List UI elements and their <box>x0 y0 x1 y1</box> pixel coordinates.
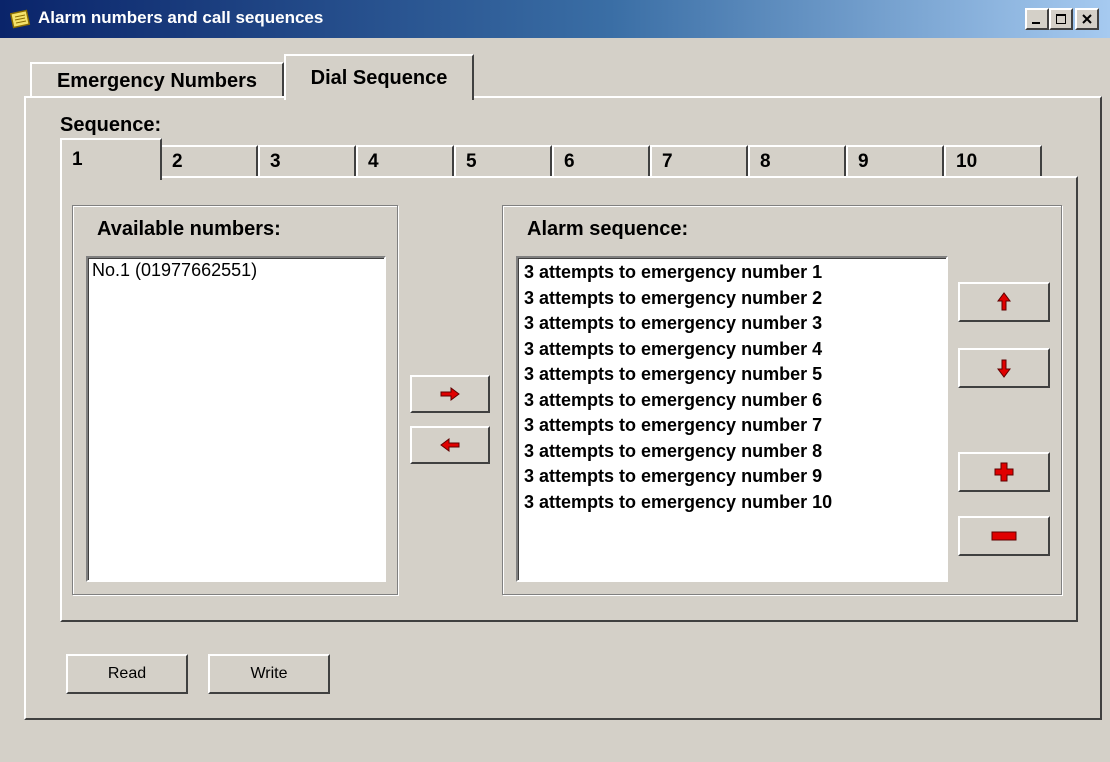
arrow-up-icon <box>997 292 1011 311</box>
arrow-right-icon <box>440 387 460 401</box>
list-item[interactable]: No.1 (01977662551) <box>88 258 384 283</box>
sequence-tab-1[interactable]: 1 <box>60 138 162 180</box>
sequence-tab-4[interactable]: 4 <box>356 145 454 177</box>
sequence-tab-5[interactable]: 5 <box>454 145 552 177</box>
list-item[interactable]: 3 attempts to emergency number 8 <box>518 439 946 465</box>
close-icon <box>1082 14 1092 24</box>
read-button[interactable]: Read <box>66 654 188 694</box>
sequence-tab-3[interactable]: 3 <box>258 145 356 177</box>
list-item[interactable]: 3 attempts to emergency number 7 <box>518 413 946 439</box>
list-item[interactable]: 3 attempts to emergency number 6 <box>518 388 946 414</box>
window-title: Alarm numbers and call sequences <box>38 8 324 27</box>
list-item[interactable]: 3 attempts to emergency number 3 <box>518 311 946 337</box>
list-item[interactable]: 3 attempts to emergency number 9 <box>518 464 946 490</box>
available-numbers-label: Available numbers: <box>97 218 281 240</box>
tab-dial-sequence[interactable]: Dial Sequence <box>284 54 474 100</box>
add-to-sequence-button[interactable] <box>410 375 490 413</box>
list-item[interactable]: 3 attempts to emergency number 1 <box>518 260 946 286</box>
tab-emergency-numbers[interactable]: Emergency Numbers <box>30 62 284 98</box>
move-up-button[interactable] <box>958 282 1050 322</box>
move-down-button[interactable] <box>958 348 1050 388</box>
minimize-icon <box>1032 22 1040 24</box>
sequence-tab-6[interactable]: 6 <box>552 145 650 177</box>
sequence-tab-8[interactable]: 8 <box>748 145 846 177</box>
alarm-sequence-list[interactable]: 3 attempts to emergency number 1 3 attem… <box>516 256 948 582</box>
arrow-down-icon <box>997 359 1011 378</box>
write-button[interactable]: Write <box>208 654 330 694</box>
arrow-left-icon <box>440 438 460 452</box>
sequence-tab-9[interactable]: 9 <box>846 145 944 177</box>
add-item-button[interactable] <box>958 452 1050 492</box>
remove-item-button[interactable] <box>958 516 1050 556</box>
app-icon <box>9 9 32 29</box>
sequence-tab-7[interactable]: 7 <box>650 145 748 177</box>
list-item[interactable]: 3 attempts to emergency number 4 <box>518 337 946 363</box>
sequence-tab-10[interactable]: 10 <box>944 145 1042 177</box>
maximize-icon <box>1056 14 1066 24</box>
remove-from-sequence-button[interactable] <box>410 426 490 464</box>
plus-icon <box>994 462 1014 482</box>
sequence-tab-2[interactable]: 2 <box>160 145 258 177</box>
list-item[interactable]: 3 attempts to emergency number 5 <box>518 362 946 388</box>
sequence-label: Sequence: <box>60 114 162 136</box>
alarm-sequence-label: Alarm sequence: <box>527 218 689 240</box>
title-bar[interactable]: Alarm numbers and call sequences <box>0 0 1110 38</box>
available-numbers-list[interactable]: No.1 (01977662551) <box>86 256 386 582</box>
list-item[interactable]: 3 attempts to emergency number 2 <box>518 286 946 312</box>
minimize-button[interactable] <box>1025 8 1049 30</box>
close-button[interactable] <box>1075 8 1099 30</box>
maximize-button[interactable] <box>1049 8 1073 30</box>
list-item[interactable]: 3 attempts to emergency number 10 <box>518 490 946 516</box>
minus-icon <box>991 531 1017 541</box>
